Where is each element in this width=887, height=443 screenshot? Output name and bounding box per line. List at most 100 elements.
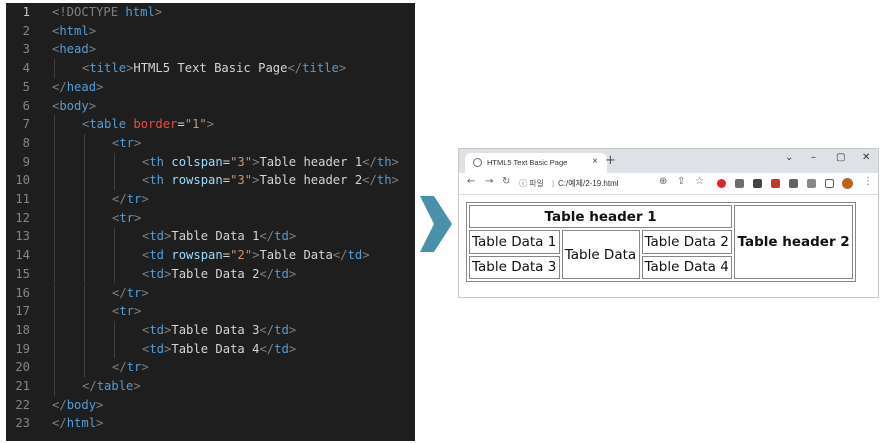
code-text: <tr>: [112, 304, 142, 319]
code-text: <!DOCTYPE html>: [52, 5, 163, 19]
indent-guide: [54, 283, 55, 303]
indent-guide: [114, 264, 115, 284]
line-number: 8: [22, 135, 30, 150]
code-text: <tr>: [112, 210, 142, 225]
code-text: </html>: [52, 416, 104, 431]
line-number: 15: [15, 266, 30, 281]
indent-guide: [54, 59, 55, 78]
code-line: 13 <td>Table Data 1</td>: [6, 227, 415, 246]
code-line: 17 <tr>: [6, 302, 415, 321]
indent-guide: [54, 227, 55, 247]
code-line: 2 <html>: [6, 22, 415, 41]
tab-search-icon[interactable]: ⌄: [785, 152, 793, 163]
indent-guide: [84, 339, 85, 359]
indent-guide: [114, 246, 115, 265]
line-number: 9: [22, 154, 30, 169]
indent-guide: [84, 264, 85, 284]
line-number: 10: [15, 173, 30, 188]
indent-guide: [84, 246, 85, 265]
code-line: 16 </tr>: [6, 284, 415, 303]
line-number: 5: [22, 79, 30, 94]
reload-button[interactable]: ↻: [502, 176, 510, 187]
side-panel-icon[interactable]: [825, 179, 834, 188]
back-button[interactable]: ←: [467, 176, 475, 187]
line-number: 18: [15, 322, 30, 337]
line-number: 7: [22, 117, 30, 132]
browser-tab[interactable]: HTML5 Text Basic Page ×: [465, 153, 607, 173]
indent-guide: [84, 320, 85, 340]
line-number: 20: [15, 360, 30, 375]
avatar[interactable]: [842, 178, 853, 189]
line-number: 17: [15, 304, 30, 319]
minimize-button[interactable]: –: [811, 152, 816, 163]
line-number: 6: [22, 98, 30, 113]
indent-guide: [84, 283, 85, 303]
code-text: <td>Table Data 3</td>: [142, 322, 297, 337]
code-line: 9 <th colspan="3">Table header 1</th>: [6, 153, 415, 172]
close-window-button[interactable]: ✕: [862, 152, 870, 163]
indent-guide: [54, 320, 55, 340]
indent-guide: [54, 246, 55, 265]
code-line: 5 </head>: [6, 78, 415, 97]
code-text: </tr>: [112, 285, 149, 300]
indent-guide: [114, 320, 115, 340]
menu-icon[interactable]: ⋮: [863, 176, 873, 187]
extension-icon[interactable]: [771, 179, 780, 188]
indent-guide: [84, 208, 85, 228]
line-number: 23: [15, 416, 30, 431]
browser-toolbar: ← → ↻ ⓘ 파일 | C:/예제/2-19.html ⊕ ⇪ ☆ ⋮: [459, 173, 878, 195]
line-number: 19: [15, 341, 30, 356]
code-line: 3 <head>: [6, 40, 415, 59]
code-text: <td>Table Data 4</td>: [142, 341, 297, 356]
code-text: <td>Table Data 1</td>: [142, 229, 297, 244]
extension-icon[interactable]: [735, 179, 744, 188]
code-line: 8 <tr>: [6, 134, 415, 153]
indent-guide: [54, 133, 55, 153]
table-data-4: Table Data 4: [641, 255, 733, 279]
globe-icon: [473, 158, 482, 167]
indent-guide: [54, 152, 55, 172]
bookmark-star-icon[interactable]: ☆: [695, 176, 704, 187]
indent-guide: [54, 208, 55, 228]
code-text: </head>: [52, 79, 104, 94]
indent-guide: [54, 264, 55, 284]
indent-guide: [84, 358, 85, 377]
line-number: 12: [15, 210, 30, 225]
page-viewport: Table header 1 Table header 2 Table Data…: [459, 196, 878, 298]
close-tab-icon[interactable]: ×: [592, 156, 598, 167]
line-number: 1: [22, 5, 30, 19]
line-number: 13: [15, 229, 30, 244]
code-line: 18 <td>Table Data 3</td>: [6, 321, 415, 340]
line-number: 3: [22, 42, 30, 57]
line-number: 14: [15, 248, 30, 263]
code-line: 6 <body>: [6, 97, 415, 116]
indent-guide: [84, 133, 85, 153]
code-text: </body>: [52, 397, 104, 412]
forward-button[interactable]: →: [485, 176, 493, 187]
indent-guide: [54, 377, 55, 396]
code-line: 14 <td rowspan="2">Table Data</td>: [6, 246, 415, 265]
reading-list-icon[interactable]: [807, 179, 816, 188]
code-text: <html>: [52, 23, 97, 38]
indent-guide: [54, 358, 55, 377]
site-info[interactable]: ⓘ 파일: [519, 179, 544, 188]
arrow-right-icon: [420, 196, 452, 252]
share-icon[interactable]: ⇪: [677, 176, 685, 187]
indent-guide: [114, 227, 115, 247]
line-number: 11: [15, 192, 30, 206]
new-tab-button[interactable]: +: [605, 153, 616, 168]
opera-extension-icon[interactable]: [717, 179, 726, 188]
indent-guide: [54, 339, 55, 359]
code-text: <table border="1">: [82, 117, 215, 132]
puzzle-icon[interactable]: [789, 179, 798, 188]
extension-icon[interactable]: [753, 179, 762, 188]
maximize-button[interactable]: ▢: [836, 152, 845, 163]
zoom-icon[interactable]: ⊕: [659, 176, 667, 187]
indent-guide: [114, 171, 115, 190]
code-text: <title>HTML5 Text Basic Page</title>: [82, 61, 347, 76]
indent-guide: [54, 171, 55, 190]
code-line: 22 </body>: [6, 396, 415, 415]
code-text: <body>: [52, 98, 97, 113]
code-editor[interactable]: 1 <!DOCTYPE html> 2 <html> 3 <head> 4 <title>HT…: [6, 3, 415, 441]
code-line: 1 <!DOCTYPE html>: [6, 3, 415, 22]
